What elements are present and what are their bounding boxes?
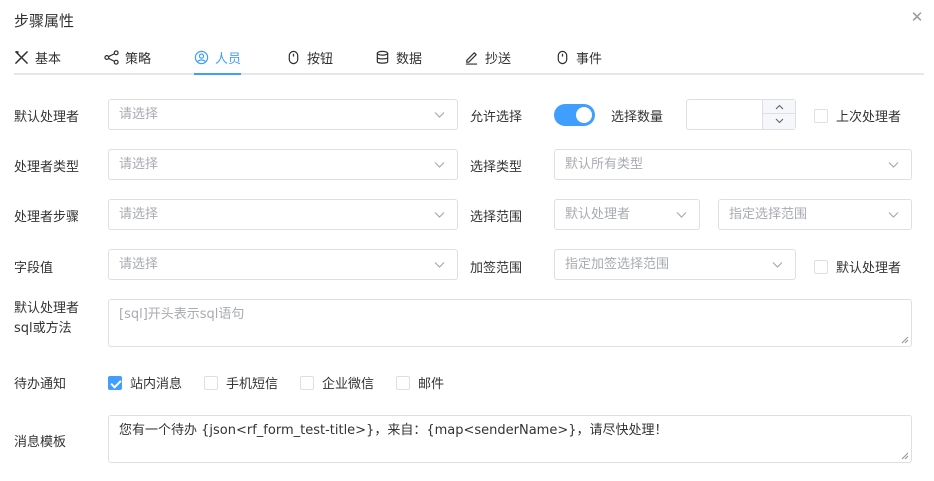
addsign-range-label: 加签范围 [470, 261, 523, 276]
select-placeholder: 指定选择范围 [729, 207, 808, 222]
checkbox-label: 站内消息 [130, 377, 183, 392]
mouse-icon [288, 50, 299, 65]
select-placeholder: 默认所有类型 [565, 157, 644, 172]
chevron-down-icon [888, 212, 899, 218]
tab-personnel[interactable]: 人员 [194, 42, 242, 75]
mouse-icon [557, 50, 568, 65]
checkbox-box [300, 375, 314, 390]
handler-type-select[interactable]: 请选择 [108, 149, 458, 180]
select-count-label: 选择数量 [611, 110, 664, 125]
tab-strategy[interactable]: 策略 [104, 42, 151, 73]
notify-email-checkbox[interactable]: 邮件 [396, 373, 444, 392]
checkbox-box [814, 259, 828, 274]
select-type-select[interactable]: 默认所有类型 [554, 149, 912, 180]
edit-icon [465, 52, 478, 65]
default-handler-checkbox[interactable]: 默认处理者 [814, 257, 901, 276]
tab-label: 数据 [396, 52, 423, 67]
field-value-label: 字段值 [14, 261, 54, 276]
select-range-label: 选择范围 [470, 210, 523, 225]
last-handler-checkbox[interactable]: 上次处理者 [814, 106, 901, 125]
stepper-controls [762, 100, 795, 129]
tab-label: 基本 [35, 52, 62, 67]
handler-step-label: 处理者步骤 [14, 210, 80, 225]
checkbox-box [396, 375, 410, 390]
decrement-button[interactable] [763, 114, 795, 128]
checkbox-box [108, 375, 122, 390]
select-placeholder: 指定加签选择范围 [565, 257, 670, 272]
checkbox-label: 上次处理者 [836, 110, 902, 125]
addsign-range-select[interactable]: 指定加签选择范围 [554, 249, 796, 280]
sql-method-label-line1: 默认处理者 [14, 301, 80, 316]
tab-label: 事件 [576, 52, 603, 67]
chevron-down-icon [888, 162, 899, 168]
chevron-down-icon [434, 112, 445, 118]
tab-label: 按钮 [307, 52, 334, 67]
select-placeholder: 请选择 [119, 107, 159, 122]
field-value-select[interactable]: 请选择 [108, 249, 458, 280]
sql-method-label-line2: sql或方法 [14, 321, 72, 336]
user-icon [194, 50, 209, 65]
chevron-down-icon [772, 262, 783, 268]
chevron-down-icon [676, 212, 687, 218]
tools-icon [15, 51, 28, 64]
chevron-down-icon [434, 262, 445, 268]
chevron-down-icon [434, 162, 445, 168]
textarea-placeholder: [sql]开头表示sql语句 [119, 307, 245, 322]
checkbox-label: 手机短信 [226, 377, 279, 392]
textarea-value: 您有一个待办 {json<rf_form_test-title>}，来自：{ma… [119, 423, 668, 438]
dialog-title: 步骤属性 [14, 12, 75, 30]
chevron-up-icon [775, 104, 783, 109]
default-handler-label: 默认处理者 [14, 110, 80, 125]
notify-wecom-checkbox[interactable]: 企业微信 [300, 373, 374, 392]
checkbox-box [204, 375, 218, 390]
increment-button[interactable] [763, 100, 795, 114]
resize-grip-icon[interactable] [901, 336, 909, 344]
allow-select-label: 允许选择 [470, 110, 523, 125]
tab-basic[interactable]: 基本 [14, 42, 61, 73]
select-placeholder: 默认处理者 [565, 207, 631, 222]
checkbox-box [814, 108, 828, 123]
select-type-label: 选择类型 [470, 160, 523, 175]
tab-buttons[interactable]: 按钮 [286, 42, 333, 73]
tab-label: 策略 [125, 52, 152, 67]
handler-step-select[interactable]: 请选择 [108, 199, 458, 230]
tab-bar: 基本 策略 人员 按钮 数据 抄送 事件 [14, 42, 924, 75]
chevron-down-icon [434, 212, 445, 218]
tab-label: 人员 [215, 52, 242, 67]
close-icon[interactable]: ✕ [909, 9, 925, 25]
tab-data[interactable]: 数据 [375, 42, 422, 73]
checkbox-label: 邮件 [418, 377, 445, 392]
todo-notify-label: 待办通知 [14, 377, 67, 392]
select-count-stepper[interactable] [686, 99, 796, 130]
default-handler-select[interactable]: 请选择 [108, 99, 458, 130]
chevron-down-icon [775, 118, 783, 124]
message-template-label: 消息模板 [14, 435, 67, 450]
select-placeholder: 请选择 [119, 207, 159, 222]
resize-grip-icon[interactable] [901, 452, 909, 460]
notify-sms-checkbox[interactable]: 手机短信 [204, 373, 278, 392]
select-placeholder: 请选择 [119, 257, 159, 272]
message-template-textarea[interactable]: 您有一个待办 {json<rf_form_test-title>}，来自：{ma… [108, 415, 912, 463]
checkbox-label: 企业微信 [322, 377, 375, 392]
checkbox-label: 默认处理者 [836, 261, 902, 276]
tab-cc[interactable]: 抄送 [464, 42, 511, 73]
select-count-input[interactable] [687, 100, 763, 129]
select-range-select[interactable]: 默认处理者 [554, 199, 700, 230]
allow-select-toggle[interactable] [554, 104, 595, 126]
toggle-knob [576, 107, 592, 123]
tab-label: 抄送 [485, 52, 512, 67]
handler-type-label: 处理者类型 [14, 160, 80, 175]
select-placeholder: 请选择 [119, 157, 159, 172]
sql-method-textarea[interactable]: [sql]开头表示sql语句 [108, 299, 912, 347]
share-icon [104, 50, 119, 65]
sql-method-label: 默认处理者 sql或方法 [14, 299, 79, 339]
tab-events[interactable]: 事件 [555, 42, 602, 73]
notify-site-message-checkbox[interactable]: 站内消息 [108, 373, 182, 392]
specify-range-select[interactable]: 指定选择范围 [718, 199, 912, 230]
database-icon [376, 50, 389, 64]
